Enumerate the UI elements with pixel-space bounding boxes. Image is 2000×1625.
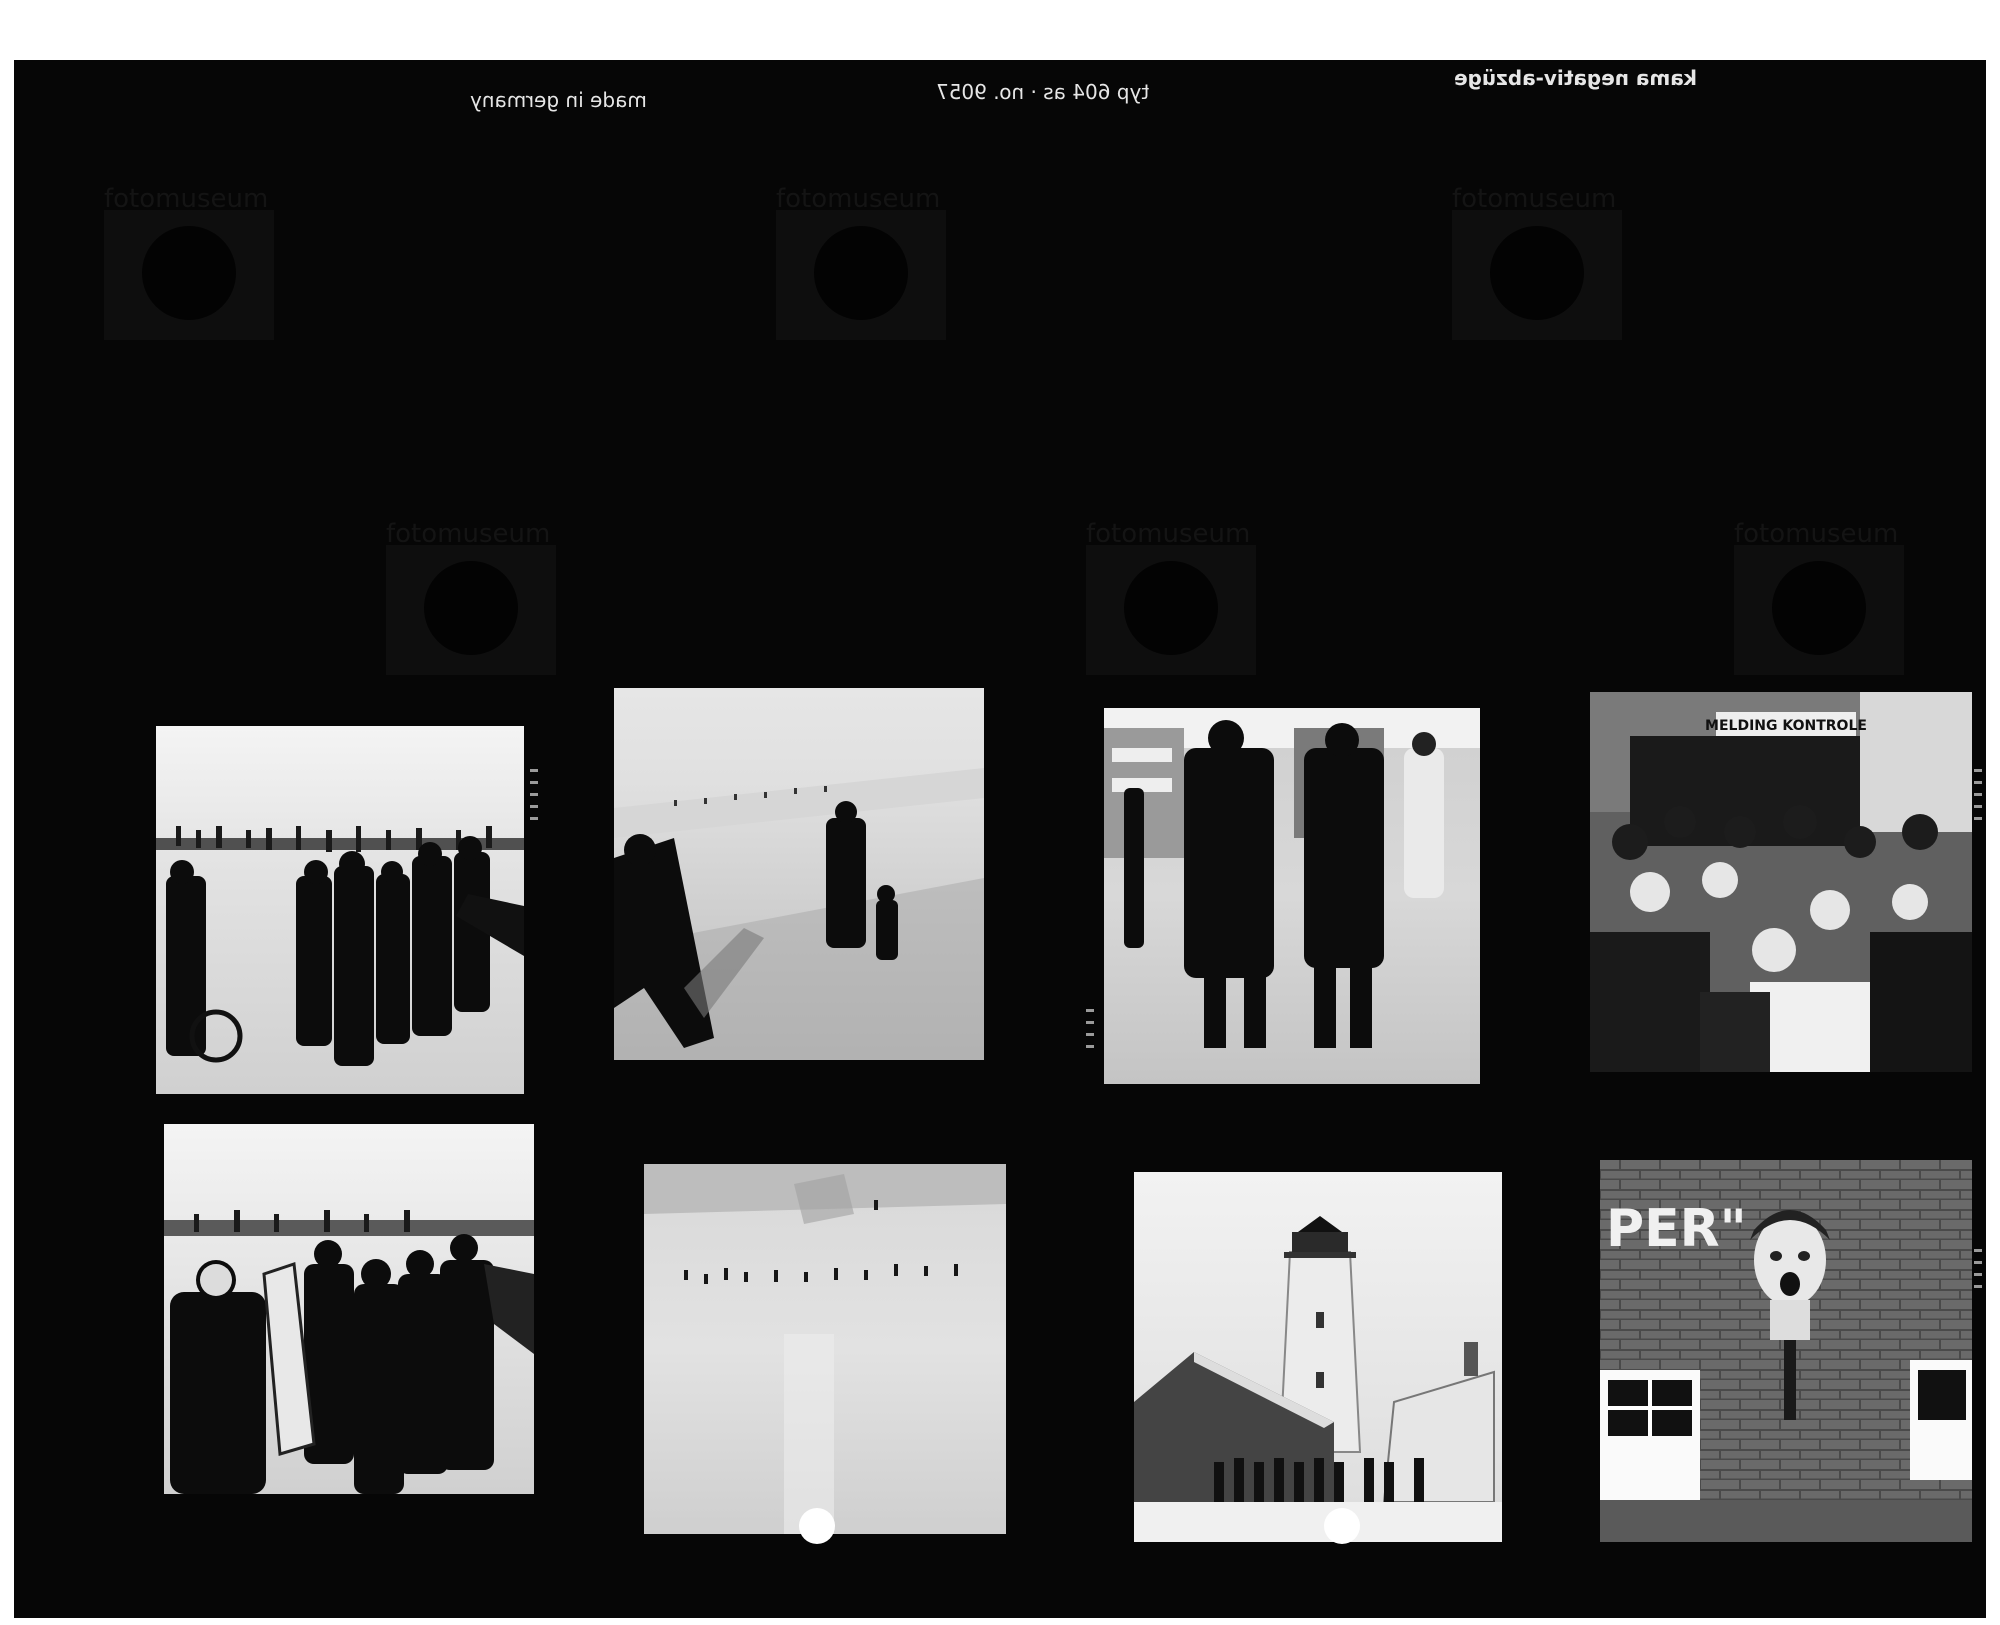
watermark-logo: fotomuseum <box>1714 515 1904 675</box>
watermark-logo: fotomuseum <box>1432 180 1622 340</box>
watermark-text: fotomuseum <box>1086 519 1251 549</box>
sign-text: MELDING KONTROLE <box>1705 718 1867 734</box>
watermark-logo: fotomuseum <box>84 180 274 340</box>
edge-text-brand: kama negativ-abzüge <box>1454 66 1698 90</box>
edge-marks <box>1086 1000 1096 1057</box>
edge-marks <box>530 760 540 829</box>
watermark-logo: fotomuseum <box>756 180 946 340</box>
punch-hole <box>799 1508 835 1544</box>
photo-frame-group-of-men-in-snow <box>164 1124 534 1494</box>
watermark-text: fotomuseum <box>1452 184 1617 214</box>
watermark-text: fotomuseum <box>104 184 269 214</box>
watermark-logo: fotomuseum <box>366 515 556 675</box>
watermark-logo: fotomuseum <box>1066 515 1256 675</box>
edge-text-film-type: typ 604 as · no. 9057 <box>936 80 1150 104</box>
edge-marks <box>1974 1240 1984 1297</box>
watermark-text: fotomuseum <box>386 519 551 549</box>
photo-frame-crowd-on-ice <box>156 726 524 1094</box>
photo-frame-men-walking-in-snow <box>1104 708 1480 1084</box>
watermark-text: fotomuseum <box>776 184 941 214</box>
edge-text-made-in-germany: made in germany <box>470 88 647 112</box>
photo-frame-crowd-at-melding-kontrole: MELDING KONTROLE <box>1590 692 1972 1072</box>
contact-sheet: made in germany typ 604 as · no. 9057 ka… <box>14 60 1986 1618</box>
photo-frame-walkers-on-snowy-dike <box>614 688 984 1060</box>
wall-text: PER" <box>1606 1199 1747 1259</box>
watermark-text: fotomuseum <box>1734 519 1899 549</box>
photo-frame-brick-wall-with-mask: PER" <box>1600 1160 1972 1542</box>
photo-frame-lighthouse <box>1134 1172 1502 1542</box>
punch-hole <box>1324 1508 1360 1544</box>
edge-marks <box>1974 760 1984 829</box>
photo-frame-skaters-on-frozen-lake <box>644 1164 1006 1534</box>
